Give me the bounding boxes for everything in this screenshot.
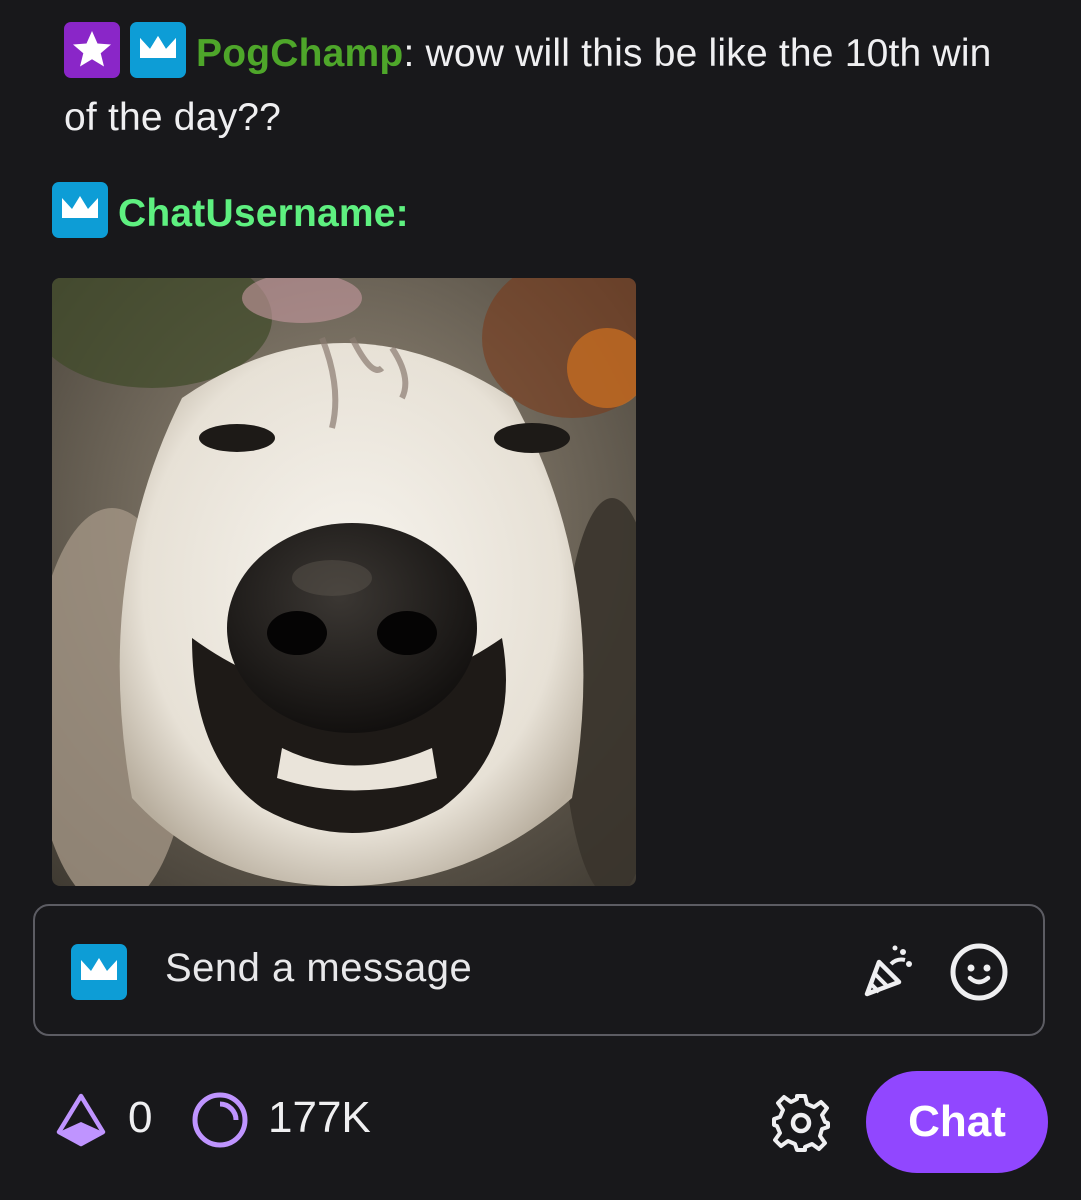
chat-footer: 0 177K Chat xyxy=(0,1060,1081,1180)
chat-username[interactable]: PogChamp xyxy=(196,32,403,75)
party-popper-icon[interactable] xyxy=(857,942,917,1007)
chat-input[interactable]: Send a message xyxy=(33,904,1045,1036)
star-badge-icon[interactable] xyxy=(64,22,120,78)
channel-points-count: 177K xyxy=(268,1093,371,1142)
chat-username[interactable]: ChatUsername xyxy=(118,192,396,235)
gear-icon[interactable] xyxy=(770,1092,832,1159)
smiling-dog-gif[interactable] xyxy=(52,278,636,886)
crown-badge-icon[interactable] xyxy=(52,182,108,238)
bits-icon[interactable] xyxy=(55,1092,107,1153)
chat-message: PogChamp: wow will this be like the 10th… xyxy=(64,22,1024,150)
crown-badge-icon[interactable] xyxy=(71,944,127,1000)
chat-separator: : xyxy=(395,192,409,235)
chat-message-list: PogChamp: wow will this be like the 10th… xyxy=(0,0,1081,900)
chat-separator: : xyxy=(403,32,415,75)
chat-input-placeholder[interactable]: Send a message xyxy=(165,946,472,991)
emote-smile-icon[interactable] xyxy=(949,942,1009,1007)
bits-count: 0 xyxy=(128,1093,153,1142)
crown-badge-icon[interactable] xyxy=(130,22,186,78)
channel-points-icon[interactable] xyxy=(190,1090,250,1155)
chat-button[interactable]: Chat xyxy=(866,1071,1048,1173)
chat-message: ChatUsername: xyxy=(52,182,1012,246)
